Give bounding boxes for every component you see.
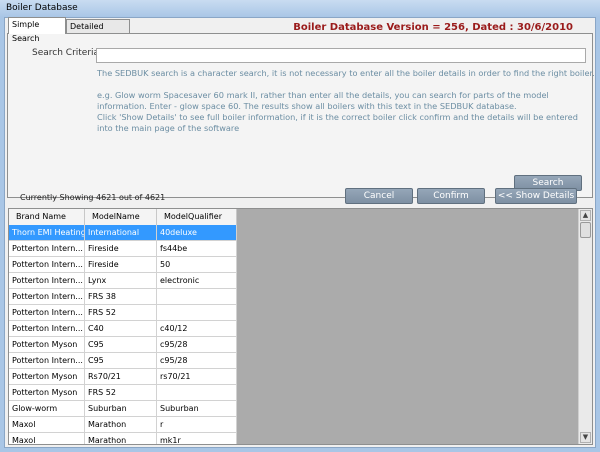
table-row[interactable]: Maxol Marathon r [9, 417, 237, 433]
model-name-cell[interactable]: C95 [85, 353, 157, 368]
table-header: Brand Name ModelName ModelQualifier [9, 209, 237, 226]
dialog-client-area: Simple Search Detailed Search Boiler Dat… [4, 17, 596, 448]
model-qualifier-cell[interactable] [157, 305, 237, 320]
model-qualifier-cell[interactable] [157, 289, 237, 304]
brand-name-cell[interactable]: Maxol [9, 433, 85, 444]
help-text-line: Click 'Show Details' to see full boiler … [97, 112, 578, 122]
brand-name-cell[interactable]: Potterton Intern... [9, 321, 85, 336]
brand-name-cell[interactable]: Potterton Myson [9, 385, 85, 400]
column-header-brand-name[interactable]: Brand Name [9, 209, 85, 225]
simple-search-panel: Search Criteria The SEDBUK search is a c… [7, 33, 595, 198]
table-row[interactable]: Thorn EMI Heating International 40deluxe [9, 225, 237, 241]
cancel-button[interactable]: Cancel [345, 188, 413, 204]
model-qualifier-cell[interactable]: mk1r [157, 433, 237, 444]
model-name-cell[interactable]: Rs70/21 [85, 369, 157, 384]
model-qualifier-cell[interactable]: r [157, 417, 237, 432]
table-row[interactable]: Potterton Intern... Lynx electronic [9, 273, 237, 289]
brand-name-cell[interactable]: Thorn EMI Heating [9, 225, 85, 240]
tab-detailed-search[interactable]: Detailed Search [66, 19, 130, 45]
search-criteria-input[interactable] [96, 48, 586, 63]
brand-name-cell[interactable]: Potterton Intern... [9, 257, 85, 272]
table-row[interactable]: Potterton Myson C95 c95/28 [9, 337, 237, 353]
model-name-cell[interactable]: Marathon [85, 417, 157, 432]
brand-name-cell[interactable]: Potterton Intern... [9, 305, 85, 320]
scrollbar-thumb[interactable] [580, 222, 591, 238]
results-grid-area: Brand Name ModelName ModelQualifier Thor… [8, 208, 593, 445]
tab-simple-search[interactable]: Simple Search [8, 17, 66, 43]
model-name-cell[interactable]: Fireside [85, 257, 157, 272]
model-name-cell[interactable]: FRS 52 [85, 305, 157, 320]
scroll-up-icon[interactable]: ▲ [580, 210, 591, 221]
brand-name-cell[interactable]: Potterton Intern... [9, 273, 85, 288]
model-name-cell[interactable]: FRS 38 [85, 289, 157, 304]
model-qualifier-cell[interactable]: fs44be [157, 241, 237, 256]
model-qualifier-cell[interactable]: rs70/21 [157, 369, 237, 384]
table-row[interactable]: Potterton Intern... Fireside 50 [9, 257, 237, 273]
table-row[interactable]: Potterton Myson Rs70/21 rs70/21 [9, 369, 237, 385]
model-name-cell[interactable]: C40 [85, 321, 157, 336]
table-row[interactable]: Potterton Intern... C95 c95/28 [9, 353, 237, 369]
model-name-cell[interactable]: FRS 52 [85, 385, 157, 400]
table-row[interactable]: Potterton Intern... FRS 38 [9, 289, 237, 305]
model-name-cell[interactable]: International [85, 225, 157, 240]
results-table[interactable]: Brand Name ModelName ModelQualifier Thor… [9, 209, 237, 444]
table-row[interactable]: Potterton Intern... Fireside fs44be [9, 241, 237, 257]
model-qualifier-cell[interactable]: c95/28 [157, 337, 237, 352]
table-row[interactable]: Potterton Intern... FRS 52 [9, 305, 237, 321]
confirm-button[interactable]: Confirm [417, 188, 485, 204]
boiler-database-window: Boiler Database Simple Search Detailed S… [0, 0, 600, 452]
help-text-line: The SEDBUK search is a character search,… [97, 68, 595, 78]
model-qualifier-cell[interactable]: electronic [157, 273, 237, 288]
model-name-cell[interactable]: Marathon [85, 433, 157, 444]
help-text-line: into the main page of the software [97, 123, 240, 133]
model-name-cell[interactable]: C95 [85, 337, 157, 352]
column-header-model-name[interactable]: ModelName [85, 209, 157, 225]
table-row[interactable]: Potterton Intern... C40 c40/12 [9, 321, 237, 337]
model-qualifier-cell[interactable]: Suburban [157, 401, 237, 416]
scroll-down-icon[interactable]: ▼ [580, 432, 591, 443]
column-header-model-qualifier[interactable]: ModelQualifier [157, 209, 237, 225]
model-qualifier-cell[interactable]: c95/28 [157, 353, 237, 368]
brand-name-cell[interactable]: Potterton Myson [9, 337, 85, 352]
model-qualifier-cell[interactable] [157, 385, 237, 400]
title-bar[interactable]: Boiler Database [0, 0, 600, 17]
window-title: Boiler Database [6, 3, 78, 13]
brand-name-cell[interactable]: Glow-worm [9, 401, 85, 416]
model-name-cell[interactable]: Lynx [85, 273, 157, 288]
brand-name-cell[interactable]: Maxol [9, 417, 85, 432]
table-row[interactable]: Maxol Marathon mk1r [9, 433, 237, 444]
brand-name-cell[interactable]: Potterton Intern... [9, 353, 85, 368]
help-text-line: information. Enter - glow space 60. The … [97, 101, 517, 111]
brand-name-cell[interactable]: Potterton Intern... [9, 289, 85, 304]
model-name-cell[interactable]: Fireside [85, 241, 157, 256]
database-version-label: Boiler Database Version = 256, Dated : 3… [293, 22, 573, 33]
model-qualifier-cell[interactable]: 50 [157, 257, 237, 272]
vertical-scrollbar[interactable]: ▲ ▼ [578, 209, 592, 444]
model-name-cell[interactable]: Suburban [85, 401, 157, 416]
brand-name-cell[interactable]: Potterton Myson [9, 369, 85, 384]
table-row[interactable]: Glow-worm Suburban Suburban [9, 401, 237, 417]
help-text-line: e.g. Glow worm Spacesaver 60 mark II, ra… [97, 90, 549, 100]
brand-name-cell[interactable]: Potterton Intern... [9, 241, 85, 256]
model-qualifier-cell[interactable]: c40/12 [157, 321, 237, 336]
record-count-label: Currently Showing 4621 out of 4621 [20, 193, 166, 202]
table-row[interactable]: Potterton Myson FRS 52 [9, 385, 237, 401]
show-details-button[interactable]: << Show Details [495, 188, 577, 204]
search-criteria-label: Search Criteria [32, 48, 100, 58]
model-qualifier-cell[interactable]: 40deluxe [157, 225, 237, 240]
